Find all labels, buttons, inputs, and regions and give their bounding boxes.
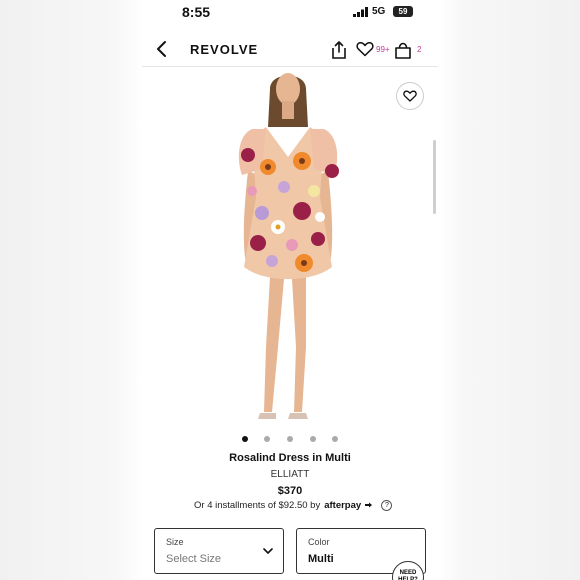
heart-icon: [403, 90, 417, 102]
carousel-dot[interactable]: [264, 436, 270, 442]
size-value: Select Size: [166, 553, 222, 565]
color-value: Multi: [308, 553, 334, 565]
status-time: 8:55: [182, 4, 211, 20]
scrollbar[interactable]: [433, 140, 436, 214]
product-price: $370: [277, 485, 303, 497]
carousel-dot[interactable]: [242, 436, 248, 442]
size-dropdown[interactable]: Size Select Size: [154, 528, 284, 574]
network-label: 5G: [372, 6, 386, 17]
shopping-bag-icon[interactable]: [394, 40, 412, 60]
brand-logo[interactable]: REVOLVE: [190, 42, 258, 57]
wishlist-heart-icon[interactable]: [356, 41, 374, 57]
carousel-dot[interactable]: [332, 436, 338, 442]
help-circle-icon[interactable]: ?: [381, 500, 393, 511]
back-arrow-icon[interactable]: [154, 40, 170, 58]
add-to-wishlist-button[interactable]: [396, 82, 424, 110]
installments-text: Or 4 installments of $92.50 by: [194, 500, 321, 512]
need-help-label: NEED HELP?: [398, 570, 418, 580]
product-name: Rosalind Dress in Multi: [229, 452, 351, 464]
product-image[interactable]: [142, 67, 438, 427]
image-carousel-dots: [242, 436, 342, 444]
battery-icon: 59: [393, 6, 413, 17]
phone-screen: 8:55 5G 59 REVOLVE 99+ 2 Rosalind Dress …: [142, 0, 438, 580]
product-designer[interactable]: ELLIATT: [142, 469, 438, 480]
share-icon[interactable]: [330, 40, 348, 60]
status-bar: 8:55 5G 59: [142, 0, 438, 26]
chevron-down-icon: [263, 548, 273, 554]
afterpay-arrows-icon: [364, 502, 372, 508]
carousel-dot[interactable]: [287, 436, 293, 442]
model-wearing-dress-image: [238, 73, 339, 419]
wishlist-count: 99+: [376, 45, 390, 54]
size-label: Size: [166, 537, 184, 547]
carousel-dot[interactable]: [310, 436, 316, 442]
installments-info: Or 4 installments of $92.50 by afterpay ?: [194, 500, 393, 512]
bag-count: 2: [417, 45, 422, 54]
color-label: Color: [308, 537, 330, 547]
afterpay-logo: afterpay: [324, 500, 362, 512]
nav-header: REVOLVE 99+ 2: [142, 34, 438, 67]
need-help-button[interactable]: NEED HELP?: [392, 561, 424, 580]
signal-icon: [353, 7, 368, 17]
